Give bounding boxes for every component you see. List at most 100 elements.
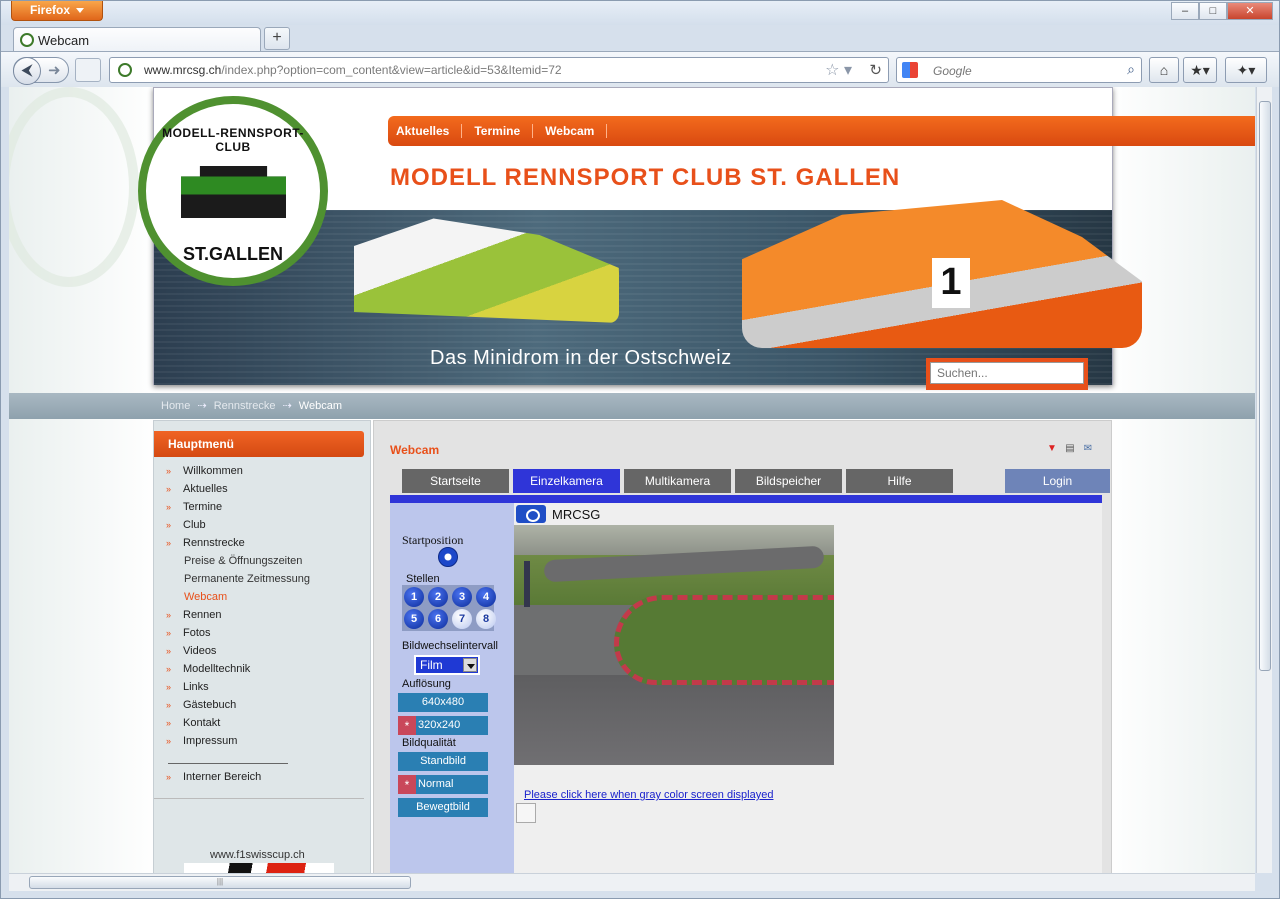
bookmark-star-icon[interactable]: ☆ ▾ — [825, 60, 852, 80]
menu-label: Aktuelles — [183, 483, 228, 495]
interval-select[interactable]: Film — [414, 655, 480, 675]
menu-item-rennen[interactable]: » Rennen — [166, 609, 310, 627]
logo-car-icon — [181, 166, 286, 218]
vertical-scrollbar[interactable] — [1256, 87, 1272, 873]
background-logo — [9, 87, 139, 287]
preset-7-button[interactable]: 7 — [452, 609, 472, 629]
scroll-thumb[interactable]: ||| — [29, 876, 411, 889]
preset-8-button[interactable]: 8 — [476, 609, 496, 629]
chevron-down-icon — [463, 658, 477, 672]
arrow-icon: » — [166, 700, 172, 710]
arrow-icon: » — [166, 682, 172, 692]
menu-label: Rennen — [183, 609, 222, 621]
club-logo[interactable]: MODELL-RENNSPORT-CLUB ST.GALLEN — [138, 96, 328, 286]
menu-item-links[interactable]: » Links — [166, 681, 310, 699]
tab-einzelkamera[interactable]: Einzelkamera — [513, 469, 620, 493]
search-input[interactable]: Google ⌕ — [896, 57, 1142, 83]
preset-5-button[interactable]: 5 — [404, 609, 424, 629]
menu-item-gaestebuch[interactable]: » Gästebuch — [166, 699, 310, 717]
menu-item-intern[interactable]: » Interner Bereich — [166, 771, 261, 783]
gray-screen-link[interactable]: Please click here when gray color screen… — [524, 789, 773, 801]
menu-item-videos[interactable]: » Videos — [166, 645, 310, 663]
tab-multikamera[interactable]: Multikamera — [624, 469, 731, 493]
club-title: MODELL RENNSPORT CLUB ST. GALLEN — [390, 164, 901, 191]
preset-6-button[interactable]: 6 — [428, 609, 448, 629]
tab-bildspeicher[interactable]: Bildspeicher — [735, 469, 842, 493]
site-search-input[interactable] — [930, 362, 1084, 384]
menu-item-modelltechnik[interactable]: » Modelltechnik — [166, 663, 310, 681]
site-identity-icon[interactable] — [118, 63, 132, 77]
startposition-button[interactable] — [438, 547, 458, 567]
menu-item-termine[interactable]: » Termine — [166, 501, 310, 519]
site-header: 1 MODELL-RENNSPORT-CLUB ST.GALLEN Aktuel… — [138, 87, 1255, 390]
menu-label: Rennstrecke — [183, 537, 245, 549]
bookmarks-menu-icon[interactable]: ★▾ — [1183, 57, 1217, 83]
google-icon[interactable] — [902, 62, 918, 78]
login-button[interactable]: Login — [1005, 469, 1110, 493]
page-title: Webcam — [390, 443, 440, 457]
print-icon[interactable]: ▤ — [1064, 443, 1076, 455]
breadcrumb: Home ⇢ Rennstrecke ⇢ Webcam — [161, 399, 342, 412]
tab-strip: Webcam + — [1, 25, 1279, 52]
home-icon[interactable]: ⌂ — [1149, 57, 1179, 83]
maximize-button[interactable]: □ — [1199, 2, 1227, 20]
preset-3-button[interactable]: 3 — [452, 587, 472, 607]
camera-icon[interactable] — [516, 505, 546, 523]
quality-bewegtbild-button[interactable]: Bewegtbild — [398, 798, 488, 817]
url-bar[interactable]: www.mrcsg.ch/index.php?option=com_conten… — [109, 57, 889, 83]
search-icon[interactable]: ⌕ — [1127, 61, 1135, 78]
res-320-button[interactable]: * 320x240 — [398, 716, 488, 735]
interval-value: Film — [420, 658, 443, 672]
scroll-thumb[interactable] — [1259, 101, 1271, 671]
tab-hilfe[interactable]: Hilfe — [846, 469, 953, 493]
back-button[interactable]: ⮜ — [13, 57, 41, 85]
menu-item-kontakt[interactable]: » Kontakt — [166, 717, 310, 735]
menu-item-willkommen[interactable]: » Willkommen — [166, 465, 310, 483]
pdf-icon[interactable]: ▼ — [1046, 443, 1058, 455]
menu-item-webcam[interactable]: Webcam — [166, 591, 310, 609]
breadcrumb-home[interactable]: Home — [161, 400, 190, 412]
firefox-menu-button[interactable]: Firefox — [11, 1, 103, 21]
nav-webcam[interactable]: Webcam — [545, 124, 608, 138]
preset-4-button[interactable]: 4 — [476, 587, 496, 607]
menu-item-fotos[interactable]: » Fotos — [166, 627, 310, 645]
menu-label: Impressum — [183, 735, 238, 747]
startposition-label: Startposition — [402, 533, 464, 547]
new-tab-button[interactable]: + — [264, 27, 290, 50]
arrow-icon: » — [166, 646, 172, 656]
menu-item-zeitmessung[interactable]: Permanente Zeitmessung — [166, 573, 310, 591]
tab-startseite[interactable]: Startseite — [402, 469, 509, 493]
nav-aktuelles[interactable]: Aktuelles — [396, 124, 463, 138]
sponsor-logo[interactable] — [184, 863, 334, 873]
bookmarks-bar-icon[interactable] — [75, 58, 101, 82]
quality-normal-button[interactable]: * Normal — [398, 775, 488, 794]
arrow-icon: » — [166, 538, 172, 548]
menu-item-club[interactable]: » Club — [166, 519, 310, 537]
camera-name: MRCSG — [552, 506, 601, 522]
sponsor-link[interactable]: www.f1swisscup.ch — [210, 849, 305, 861]
email-icon[interactable]: ✉ — [1082, 443, 1094, 455]
forward-button[interactable]: ➜ — [48, 61, 61, 79]
menu-item-rennstrecke[interactable]: » Rennstrecke — [166, 537, 310, 555]
reload-icon[interactable]: ↻ — [869, 61, 882, 79]
close-window-button[interactable]: ✕ — [1227, 2, 1273, 20]
menu-item-aktuelles[interactable]: » Aktuelles — [166, 483, 310, 501]
search-placeholder: Google — [933, 64, 972, 78]
menu-label: Permanente Zeitmessung — [184, 573, 310, 585]
preset-2-button[interactable]: 2 — [428, 587, 448, 607]
quality-standbild-button[interactable]: Standbild — [398, 752, 488, 771]
arrow-icon: » — [166, 736, 172, 746]
sidebar: Hauptmenü » Willkommen » Aktuelles » Termin… — [153, 420, 371, 873]
preset-1-button[interactable]: 1 — [404, 587, 424, 607]
minimize-button[interactable]: – — [1171, 2, 1199, 20]
res-640-button[interactable]: 640x480 — [398, 693, 488, 712]
nav-termine[interactable]: Termine — [474, 124, 534, 138]
horizontal-scrollbar[interactable]: ||| — [9, 873, 1255, 891]
menu-item-impressum[interactable]: » Impressum — [166, 735, 310, 753]
menu-item-preise[interactable]: Preise & Öffnungszeiten — [166, 555, 310, 573]
browser-tab-webcam[interactable]: Webcam — [13, 27, 261, 52]
arrow-icon: » — [166, 502, 172, 512]
breadcrumb-rennstrecke[interactable]: Rennstrecke — [214, 400, 276, 412]
header-subtitle: Das Minidrom in der Ostschweiz — [430, 347, 732, 369]
addons-icon[interactable]: ✦▾ — [1225, 57, 1267, 83]
